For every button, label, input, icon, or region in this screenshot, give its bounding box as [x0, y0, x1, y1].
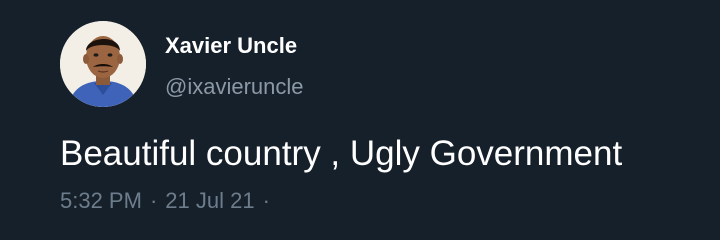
tweet-time[interactable]: 5:32 PM	[60, 188, 142, 213]
user-avatar-photo	[60, 21, 146, 107]
tweet-text: Beautiful country , Ugly Government	[60, 134, 623, 173]
meta-separator: ·	[149, 188, 158, 213]
user-handle[interactable]: @ixavieruncle	[165, 74, 304, 100]
tweet-date[interactable]: 21 Jul 21	[165, 188, 254, 213]
avatar[interactable]	[60, 21, 146, 107]
tweet-card: Xavier Uncle @ixavieruncle Beautiful cou…	[0, 0, 720, 240]
display-name[interactable]: Xavier Uncle	[165, 33, 297, 59]
meta-separator-trailing: ·	[262, 188, 270, 213]
tweet-metadata: 5:32 PM · 21 Jul 21 ·	[60, 188, 278, 214]
